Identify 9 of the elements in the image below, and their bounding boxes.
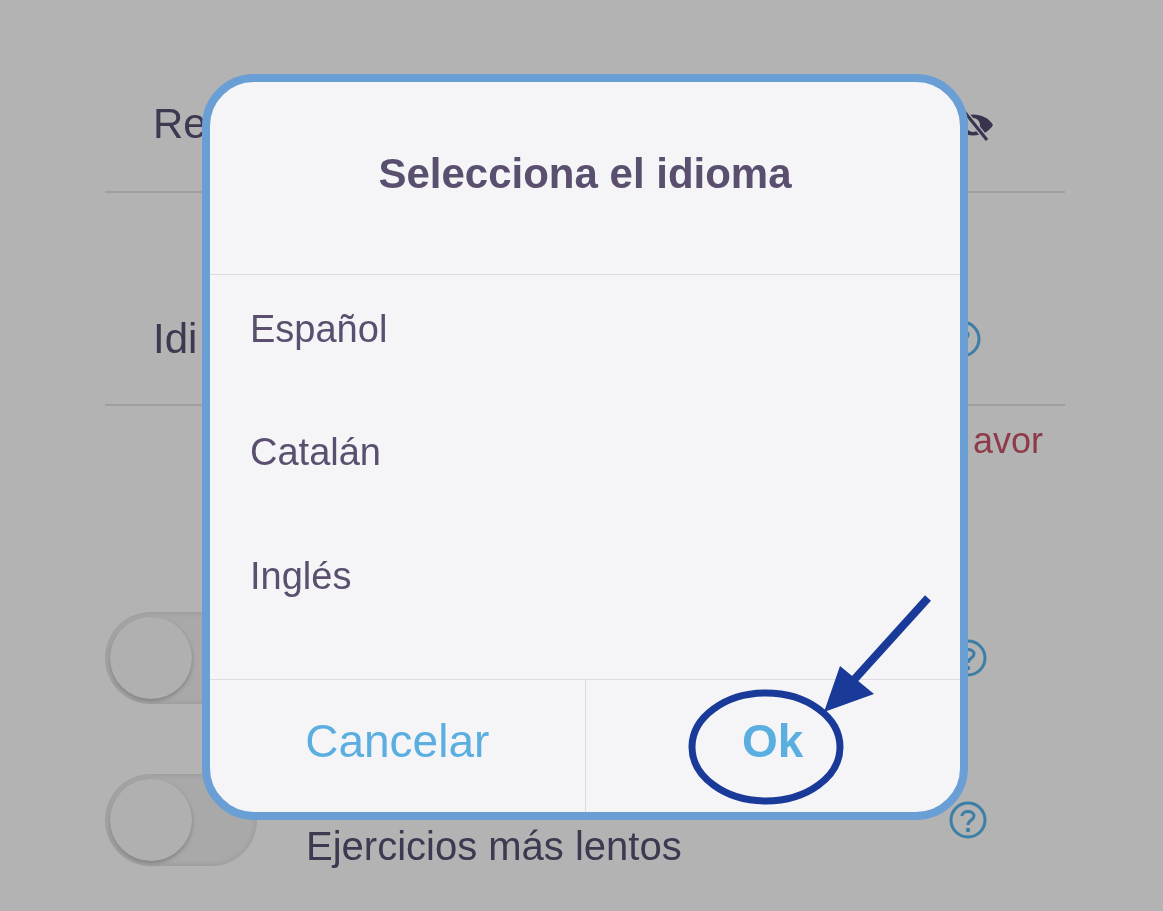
toggle-label: Ejercicios más lentos: [306, 823, 682, 869]
notice-text: avor: [972, 420, 1043, 462]
field-label: Re: [153, 99, 207, 149]
dialog-title: Selecciona el idioma: [210, 82, 960, 275]
language-option[interactable]: Catalán: [210, 432, 381, 556]
field-label: Idi: [153, 314, 198, 364]
language-option[interactable]: Inglés: [210, 555, 352, 679]
help-icon[interactable]: [949, 801, 987, 839]
language-option[interactable]: Español: [210, 309, 388, 433]
